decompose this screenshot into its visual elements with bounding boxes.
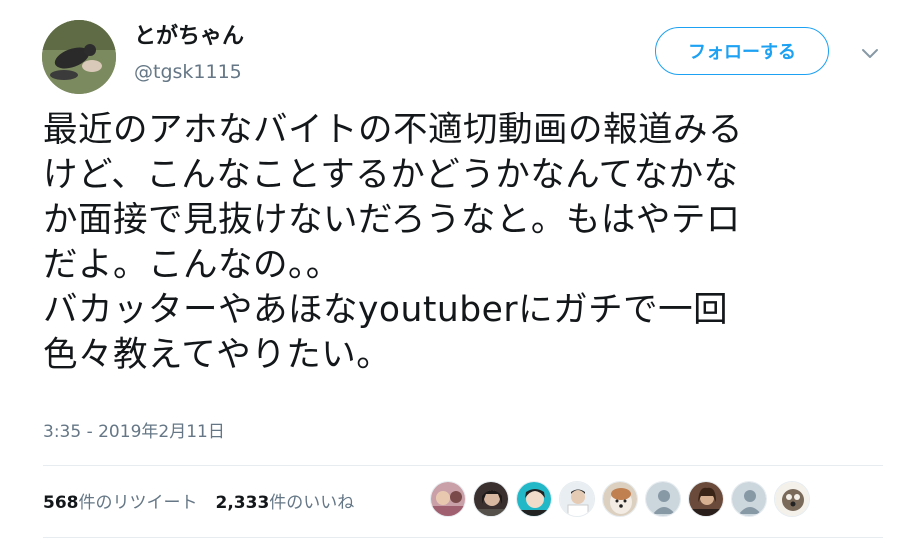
chevron-down-icon[interactable] (858, 41, 882, 65)
default-egg-avatar[interactable] (731, 481, 767, 517)
tweet-text-line: バカッターやあほなyoutuberにガチで一回 (43, 290, 729, 330)
tweet-text-line: けど、こんなことするかどうかなんてなかな (43, 155, 739, 195)
tweet-text-line: か面接で見抜けないだろうなと。もはやテロ (43, 200, 741, 240)
follow-button[interactable]: フォローする (655, 27, 829, 75)
tweet-text-line: 色々教えてやりたい。 (43, 335, 392, 375)
tweet-timestamp[interactable]: 3:35 - 2019年2月11日 (43, 420, 225, 444)
tweet-text-line: 最近のアホなバイトの不適切動画の報道みる (43, 110, 743, 150)
retweets-label: 件のリツイート (78, 492, 198, 513)
liker-avatar[interactable] (473, 481, 509, 517)
tweet-text: 最近のアホなバイトの不適切動画の報道みる けど、こんなことするかどうかなんてなか… (43, 108, 883, 378)
likes-stat[interactable]: 2,333 件のいいね (216, 488, 355, 513)
liker-avatar[interactable] (602, 481, 638, 517)
likes-count: 2,333 (215, 492, 270, 513)
likes-label: 件のいいね (269, 492, 355, 513)
liker-avatars (430, 481, 817, 519)
liker-avatar[interactable] (559, 481, 595, 517)
retweets-count: 568 (43, 492, 79, 513)
liker-avatar[interactable] (430, 481, 466, 517)
liker-avatar[interactable] (774, 481, 810, 517)
user-handle[interactable]: @tgsk1115 (134, 60, 242, 84)
liker-avatar[interactable] (688, 481, 724, 517)
divider (43, 537, 883, 538)
liker-avatar[interactable] (516, 481, 552, 517)
divider (43, 465, 883, 466)
default-egg-avatar[interactable] (645, 481, 681, 517)
profile-avatar[interactable] (42, 20, 116, 94)
retweets-stat[interactable]: 568 件のリツイート (43, 488, 198, 513)
tweet-stats: 568 件のリツイート 2,333 件のいいね (43, 485, 372, 515)
display-name[interactable]: とがちゃん (134, 22, 244, 52)
tweet-text-line: だよ。こんなの。。 (43, 245, 341, 285)
